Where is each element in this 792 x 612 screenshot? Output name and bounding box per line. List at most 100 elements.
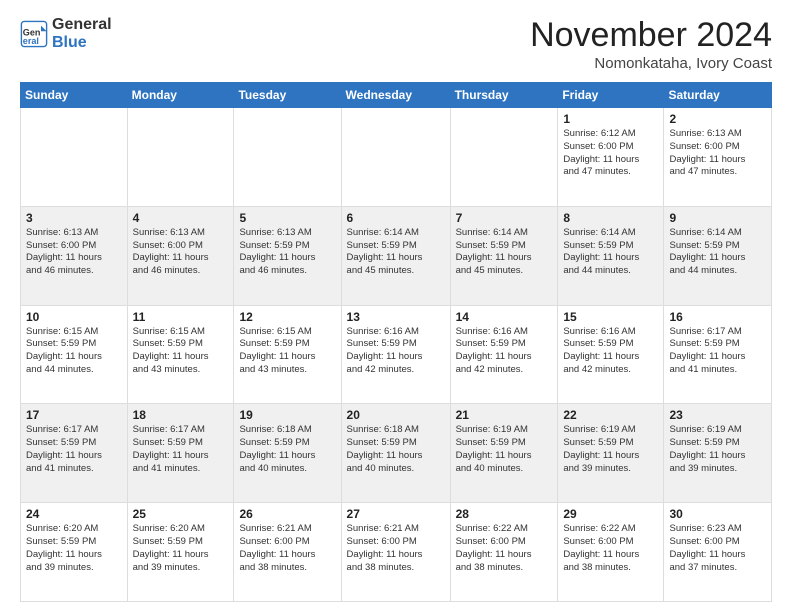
table-cell: 30 Sunrise: 6:23 AM Sunset: 6:00 PM Dayli… [664,503,772,602]
day-number: 7 [456,211,553,225]
day-number: 2 [669,112,766,126]
day-number: 26 [239,507,335,521]
table-cell: 3 Sunrise: 6:13 AM Sunset: 6:00 PM Daylig… [21,206,128,305]
day-info: Sunrise: 6:22 AM Sunset: 6:00 PM Dayligh… [456,523,532,572]
page: Gen eral General Blue November 2024 Nomo… [0,0,792,612]
header: Gen eral General Blue November 2024 Nomo… [20,16,772,72]
day-number: 27 [347,507,445,521]
col-friday: Friday [558,83,664,108]
day-number: 15 [563,310,658,324]
table-cell: 25Sunrise: 6:20 AM Sunset: 5:59 PM Dayli… [127,503,234,602]
table-cell: 1 Sunrise: 6:12 AM Sunset: 6:00 PM Daylig… [558,108,664,207]
day-number: 10 [26,310,122,324]
logo-text: General Blue [52,16,112,53]
day-info: Sunrise: 6:15 AM Sunset: 5:59 PM Dayligh… [239,326,315,375]
day-number: 17 [26,408,122,422]
day-number: 30 [669,507,766,521]
day-number: 4 [133,211,229,225]
day-info: Sunrise: 6:23 AM Sunset: 6:00 PM Dayligh… [669,523,745,572]
day-info: Sunrise: 6:14 AM Sunset: 5:59 PM Dayligh… [347,227,423,276]
col-monday: Monday [127,83,234,108]
table-cell: 12 Sunrise: 6:15 AM Sunset: 5:59 PM Dayli… [234,305,341,404]
svg-text:eral: eral [23,36,39,46]
table-cell: 6 Sunrise: 6:14 AM Sunset: 5:59 PM Daylig… [341,206,450,305]
table-cell: 19Sunrise: 6:18 AM Sunset: 5:59 PM Dayli… [234,404,341,503]
col-tuesday: Tuesday [234,83,341,108]
table-cell: 17 Sunrise: 6:17 AM Sunset: 5:59 PM Dayli… [21,404,128,503]
day-number: 1 [563,112,658,126]
day-number: 5 [239,211,335,225]
day-number: 13 [347,310,445,324]
logo-icon: Gen eral [20,20,48,48]
day-info: Sunrise: 6:17 AM Sunset: 5:59 PM Dayligh… [133,424,209,473]
day-number: 21 [456,408,553,422]
table-cell: 16Sunrise: 6:17 AM Sunset: 5:59 PM Dayli… [664,305,772,404]
table-cell: 24 Sunrise: 6:20 AM Sunset: 5:59 PM Dayli… [21,503,128,602]
day-number: 18 [133,408,229,422]
day-number: 14 [456,310,553,324]
day-info: Sunrise: 6:20 AM Sunset: 5:59 PM Dayligh… [26,523,102,572]
table-cell [450,108,558,207]
day-info: Sunrise: 6:15 AM Sunset: 5:59 PM Dayligh… [26,326,102,375]
day-info: Sunrise: 6:18 AM Sunset: 5:59 PM Dayligh… [347,424,423,473]
day-info: Sunrise: 6:16 AM Sunset: 5:59 PM Dayligh… [563,326,639,375]
day-info: Sunrise: 6:19 AM Sunset: 5:59 PM Dayligh… [669,424,745,473]
table-cell [341,108,450,207]
col-wednesday: Wednesday [341,83,450,108]
week-row-5: 24 Sunrise: 6:20 AM Sunset: 5:59 PM Dayli… [21,503,772,602]
table-cell: 10 Sunrise: 6:15 AM Sunset: 5:59 PM Dayli… [21,305,128,404]
day-info: Sunrise: 6:15 AM Sunset: 5:59 PM Dayligh… [133,326,209,375]
week-row-3: 10 Sunrise: 6:15 AM Sunset: 5:59 PM Dayli… [21,305,772,404]
table-cell: 2 Sunrise: 6:13 AM Sunset: 6:00 PM Daylig… [664,108,772,207]
day-number: 25 [133,507,229,521]
day-info: Sunrise: 6:17 AM Sunset: 5:59 PM Dayligh… [26,424,102,473]
calendar-table: Sunday Monday Tuesday Wednesday Thursday… [20,82,772,602]
day-info: Sunrise: 6:14 AM Sunset: 5:59 PM Dayligh… [456,227,532,276]
table-cell: 22Sunrise: 6:19 AM Sunset: 5:59 PM Dayli… [558,404,664,503]
day-info: Sunrise: 6:13 AM Sunset: 5:59 PM Dayligh… [239,227,315,276]
day-info: Sunrise: 6:13 AM Sunset: 6:00 PM Dayligh… [26,227,102,276]
table-cell: 27 Sunrise: 6:21 AM Sunset: 6:00 PM Dayli… [341,503,450,602]
day-number: 29 [563,507,658,521]
day-number: 6 [347,211,445,225]
col-saturday: Saturday [664,83,772,108]
col-thursday: Thursday [450,83,558,108]
week-row-1: 1 Sunrise: 6:12 AM Sunset: 6:00 PM Daylig… [21,108,772,207]
table-cell: 5 Sunrise: 6:13 AM Sunset: 5:59 PM Daylig… [234,206,341,305]
day-info: Sunrise: 6:12 AM Sunset: 6:00 PM Dayligh… [563,128,639,177]
month-title: November 2024 [530,16,772,55]
day-number: 19 [239,408,335,422]
day-number: 28 [456,507,553,521]
week-row-2: 3 Sunrise: 6:13 AM Sunset: 6:00 PM Daylig… [21,206,772,305]
day-info: Sunrise: 6:17 AM Sunset: 5:59 PM Dayligh… [669,326,745,375]
table-cell: 29 Sunrise: 6:22 AM Sunset: 6:00 PM Dayli… [558,503,664,602]
table-cell [21,108,128,207]
calendar-header-row: Sunday Monday Tuesday Wednesday Thursday… [21,83,772,108]
table-cell: 15 Sunrise: 6:16 AM Sunset: 5:59 PM Dayli… [558,305,664,404]
table-cell: 26Sunrise: 6:21 AM Sunset: 6:00 PM Dayli… [234,503,341,602]
day-number: 22 [563,408,658,422]
day-info: Sunrise: 6:19 AM Sunset: 5:59 PM Dayligh… [456,424,532,473]
table-cell: 7 Sunrise: 6:14 AM Sunset: 5:59 PM Daylig… [450,206,558,305]
day-number: 3 [26,211,122,225]
table-cell: 14 Sunrise: 6:16 AM Sunset: 5:59 PM Dayli… [450,305,558,404]
day-number: 24 [26,507,122,521]
day-info: Sunrise: 6:14 AM Sunset: 5:59 PM Dayligh… [563,227,639,276]
day-number: 12 [239,310,335,324]
day-info: Sunrise: 6:21 AM Sunset: 6:00 PM Dayligh… [347,523,423,572]
day-info: Sunrise: 6:16 AM Sunset: 5:59 PM Dayligh… [456,326,532,375]
table-cell: 4Sunrise: 6:13 AM Sunset: 6:00 PM Daylig… [127,206,234,305]
table-cell [234,108,341,207]
col-sunday: Sunday [21,83,128,108]
table-cell: 23Sunrise: 6:19 AM Sunset: 5:59 PM Dayli… [664,404,772,503]
day-info: Sunrise: 6:13 AM Sunset: 6:00 PM Dayligh… [669,128,745,177]
table-cell [127,108,234,207]
title-section: November 2024 Nomonkataha, Ivory Coast [530,16,772,72]
table-cell: 9Sunrise: 6:14 AM Sunset: 5:59 PM Daylig… [664,206,772,305]
logo: Gen eral General Blue [20,16,112,53]
day-info: Sunrise: 6:22 AM Sunset: 6:00 PM Dayligh… [563,523,639,572]
week-row-4: 17 Sunrise: 6:17 AM Sunset: 5:59 PM Dayli… [21,404,772,503]
day-info: Sunrise: 6:16 AM Sunset: 5:59 PM Dayligh… [347,326,423,375]
location: Nomonkataha, Ivory Coast [530,55,772,72]
table-cell: 8Sunrise: 6:14 AM Sunset: 5:59 PM Daylig… [558,206,664,305]
